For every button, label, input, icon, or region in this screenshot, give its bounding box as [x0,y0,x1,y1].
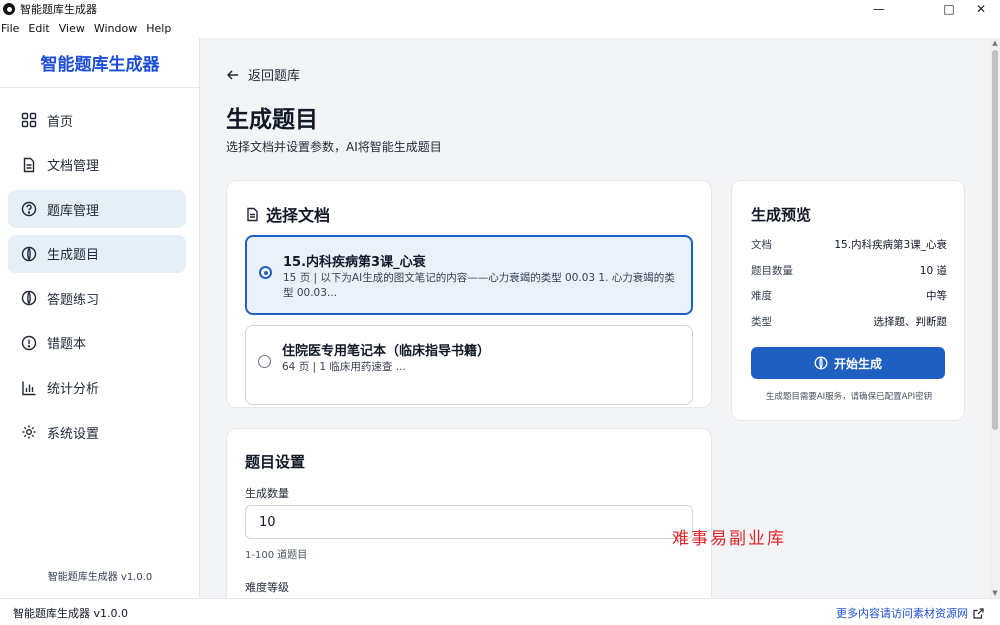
document-card-title-text: 选择文档 [266,206,331,225]
document-description: 64 页 | 1 临床用药速查 ... [282,361,406,373]
sidebar-item-label: 题库管理 [47,203,100,219]
page-title: 生成题目 [226,107,318,133]
sidebar-item-documents[interactable]: 文档管理 [8,146,186,184]
preview-value: 10 道 [919,265,947,277]
difficulty-label: 难度等级 [245,581,289,594]
minimize-button[interactable]: — [856,0,902,18]
sidebar-item-mistakes[interactable]: 错题本 [8,324,186,362]
sidebar-item-label: 错题本 [47,337,87,353]
sidebar-item-question-bank[interactable]: 题库管理 [8,190,186,229]
sidebar-item-label: 文档管理 [47,159,100,175]
preview-key: 文档 [751,239,772,251]
bar-chart-icon [21,380,37,396]
preview-value: 15.内科疾病第3课_心衰 [834,239,947,251]
scroll-down-icon[interactable]: ▼ [990,588,1000,598]
document-icon [21,157,37,173]
start-generate-label: 开始生成 [833,356,882,371]
sidebar-item-home[interactable]: 首页 [8,101,186,139]
document-icon [247,207,258,221]
title-bar: 智能题库生成器 — □ ✕ [0,0,1000,18]
watermark-text: 难事易副业库 [672,529,786,549]
back-label: 返回题库 [248,69,301,84]
preview-row-difficulty: 难度 中等 [751,288,947,304]
menu-help[interactable]: Help [146,22,171,35]
document-name: 15.内科疾病第3课_心衰 [283,255,426,270]
sidebar-version: 智能题库生成器 v1.0.0 [47,572,153,583]
count-hint: 1-100 道题目 [245,550,308,561]
resource-site-link[interactable]: 更多内容请访问素材资源网 [836,605,984,621]
generate-preview-card: 生成预览 文档 15.内科疾病第3课_心衰 题目数量 10 道 难度 中等 类型… [731,180,965,421]
scroll-thumb[interactable] [992,50,998,430]
menu-bar: File Edit View Window Help [0,18,1000,38]
preview-row-document: 文档 15.内科疾病第3课_心衰 [751,237,947,253]
menu-file[interactable]: File [1,22,19,35]
start-generate-button[interactable]: 开始生成 [751,347,945,379]
settings-card-title: 题目设置 [245,453,306,471]
question-circle-icon [21,201,37,217]
sidebar-item-label: 生成题目 [47,248,100,264]
gear-icon [21,424,37,440]
status-version: 智能题库生成器 v1.0.0 [13,607,128,620]
alert-circle-icon [21,335,37,351]
preview-row-type: 类型 选择题、判断题 [751,314,947,330]
menu-edit[interactable]: Edit [28,22,49,35]
spark-circle-icon [814,356,828,370]
resource-site-label: 更多内容请访问素材资源网 [836,607,968,620]
preview-key: 题目数量 [751,265,793,277]
back-to-bank-link[interactable]: 返回题库 [226,65,300,84]
vertical-scrollbar[interactable]: ▲ ▼ [990,38,1000,598]
count-input[interactable] [245,505,693,539]
count-label: 生成数量 [245,487,289,500]
question-settings-card: 题目设置 生成数量 1-100 道题目 难度等级 [226,428,712,598]
window-title: 智能题库生成器 [20,3,97,16]
external-link-icon [973,607,984,619]
sidebar-item-statistics[interactable]: 统计分析 [8,369,186,407]
grid-icon [21,112,37,128]
main-content: 返回题库 生成题目 选择文档并设置参数，AI将智能生成题目 选择文档 15.内科… [200,38,990,598]
sidebar-item-generate[interactable]: 生成题目 [8,234,186,273]
preview-key: 类型 [751,316,772,328]
sidebar-item-label: 首页 [47,114,74,130]
radio-unselected[interactable] [258,355,271,368]
sidebar: 智能题库生成器 首页 文档管理 题库管理 生成题目 答题练习 错题本 统计分析 … [0,38,200,598]
sidebar-item-practice[interactable]: 答题练习 [8,279,186,317]
document-select-card: 选择文档 15.内科疾病第3课_心衰 15 页 | 以下为AI生成的图文笔记的内… [226,180,712,408]
preview-key: 难度 [751,290,772,302]
preview-card-title: 生成预览 [751,206,812,224]
sidebar-item-label: 系统设置 [47,426,100,442]
preview-value: 选择题、判断题 [873,316,948,328]
document-option[interactable]: 住院医专用笔记本（临床指导书籍） 64 页 | 1 临床用药速查 ... [245,325,693,405]
api-key-note: 生成题目需要AI服务，请确保已配置API密钥 [765,392,933,402]
radio-selected[interactable] [259,266,272,279]
spark-circle-icon [21,246,37,262]
preview-row-count: 题目数量 10 道 [751,263,947,279]
page-subtitle: 选择文档并设置参数，AI将智能生成题目 [226,140,442,154]
sidebar-item-settings[interactable]: 系统设置 [8,413,186,451]
close-button[interactable]: ✕ [962,0,1000,18]
sidebar-item-label: 答题练习 [47,292,100,308]
preview-value: 中等 [926,290,947,302]
document-option[interactable]: 15.内科疾病第3课_心衰 15 页 | 以下为AI生成的图文笔记的内容——心力… [245,235,693,315]
sidebar-brand: 智能题库生成器 [0,38,200,88]
document-description: 15 页 | 以下为AI生成的图文笔记的内容——心力衰竭的类型 00.03 1.… [283,272,675,299]
scroll-up-icon[interactable]: ▲ [990,38,1000,48]
status-bar: 智能题库生成器 v1.0.0 更多内容请访问素材资源网 [0,598,1000,625]
sidebar-item-label: 统计分析 [47,382,100,398]
app-logo-icon [3,3,15,15]
menu-view[interactable]: View [59,22,85,35]
sidebar-nav: 首页 文档管理 题库管理 生成题目 答题练习 错题本 统计分析 系统设置 [8,101,186,458]
document-name: 住院医专用笔记本（临床指导书籍） [282,344,491,359]
document-card-title: 选择文档 [245,202,330,226]
menu-window[interactable]: Window [94,22,137,35]
arrow-left-icon [226,69,238,80]
spark-circle-icon [21,290,37,306]
